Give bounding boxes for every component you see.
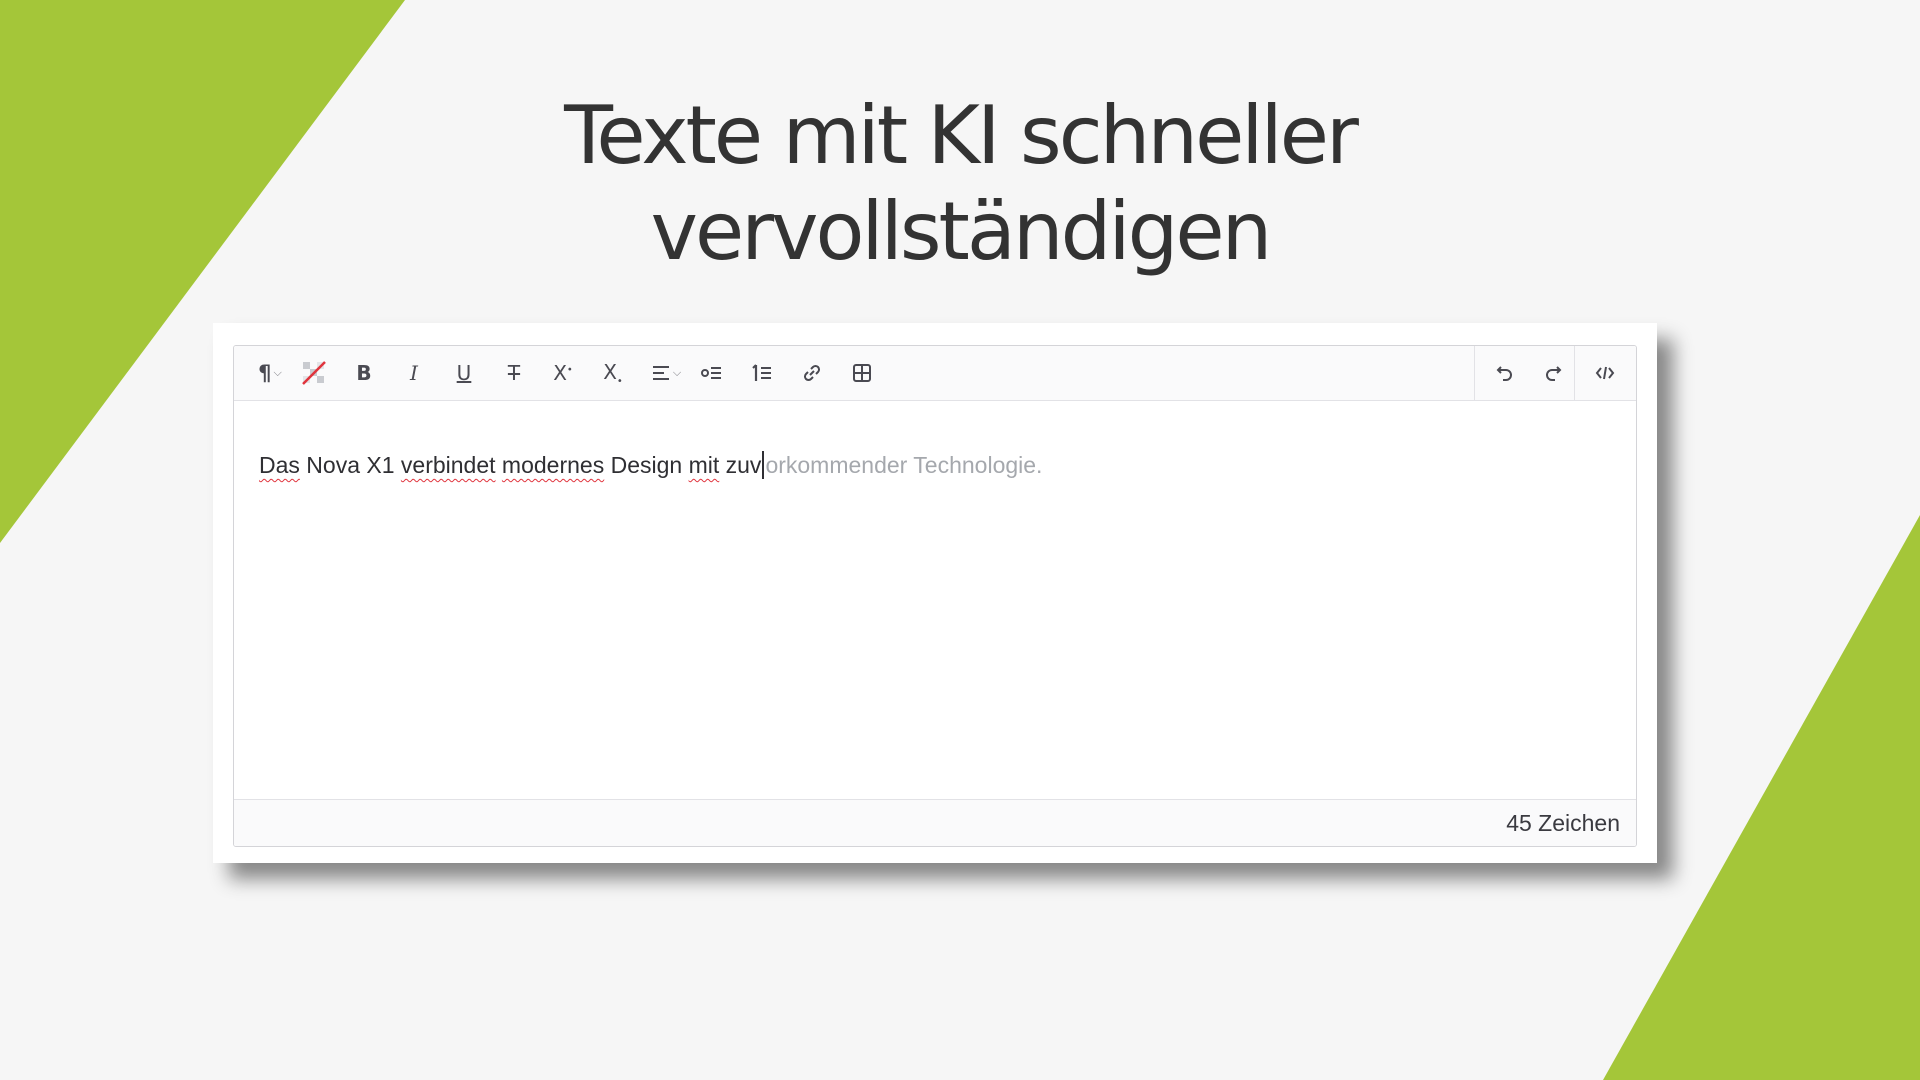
page-title-line-2: vervollständigen: [650, 185, 1273, 278]
clear-formatting-button[interactable]: [298, 356, 330, 390]
toolbar-divider: [1574, 346, 1575, 400]
typed-text: Design: [604, 452, 689, 478]
character-count: 45 Zeichen: [1506, 810, 1620, 836]
undo-button[interactable]: [1488, 356, 1522, 390]
superscript-icon: X•: [553, 361, 573, 385]
typed-text: Nova X1: [299, 452, 401, 478]
strikethrough-icon: T: [507, 361, 521, 385]
misspelled-word: verbindet: [400, 452, 496, 478]
italic-button[interactable]: I: [398, 356, 430, 390]
undo-icon: [1496, 366, 1512, 381]
source-code-icon: [1595, 366, 1615, 380]
numbered-list-button[interactable]: [746, 356, 778, 390]
align-left-icon: [652, 366, 669, 380]
italic-icon: I: [410, 361, 418, 385]
typed-text: zuv: [719, 452, 762, 478]
chevron-down-icon: ⌵: [273, 366, 282, 379]
link-icon: [803, 364, 821, 382]
table-icon: [853, 364, 871, 382]
rich-text-editor: ¶ ⌵ B I U T X• X• ⌵ Das Nova X1 verbinde…: [233, 345, 1637, 847]
subscript-letter: X: [603, 359, 617, 384]
editor-paragraph[interactable]: Das Nova X1 verbindet modernes Design mi…: [259, 451, 1042, 479]
redo-button[interactable]: [1536, 356, 1570, 390]
misspelled-word: mit: [688, 452, 720, 478]
link-button[interactable]: [796, 356, 828, 390]
ai-suggestion-text: orkommender Technologie.: [765, 452, 1043, 478]
page-title-line-1: Texte mit KI schneller: [564, 89, 1359, 182]
bold-button[interactable]: B: [348, 356, 380, 390]
editor-content-area[interactable]: Das Nova X1 verbindet modernes Design mi…: [234, 401, 1636, 794]
paragraph-icon: ¶: [258, 361, 272, 385]
toolbar-divider: [1474, 346, 1475, 400]
strikethrough-button[interactable]: T: [498, 356, 530, 390]
misspelled-word: modernes: [501, 452, 605, 478]
chevron-down-icon: ⌵: [672, 366, 682, 379]
bulleted-list-button[interactable]: [696, 356, 728, 390]
subscript-icon: X•: [603, 359, 623, 387]
editor-statusbar: 45 Zeichen: [234, 799, 1636, 846]
underline-icon: U: [456, 361, 472, 385]
superscript-letter: X: [553, 361, 567, 385]
subscript-button[interactable]: X•: [596, 356, 630, 390]
bold-icon: B: [356, 361, 372, 385]
table-button[interactable]: [846, 356, 878, 390]
underline-button[interactable]: U: [448, 356, 480, 390]
bulleted-list-icon: [701, 367, 721, 379]
redo-icon: [1546, 366, 1562, 381]
numbered-list-icon: [752, 364, 771, 381]
align-button[interactable]: ⌵: [644, 356, 688, 390]
editor-toolbar: ¶ ⌵ B I U T X• X• ⌵: [234, 346, 1636, 401]
source-code-button[interactable]: [1586, 356, 1624, 390]
clear-formatting-icon: [302, 361, 326, 385]
page-title: Texte mit KI schneller vervollständigen: [360, 88, 1560, 280]
paragraph-format-button[interactable]: ¶ ⌵: [248, 356, 292, 390]
superscript-button[interactable]: X•: [546, 356, 580, 390]
misspelled-word: Das: [259, 452, 300, 478]
